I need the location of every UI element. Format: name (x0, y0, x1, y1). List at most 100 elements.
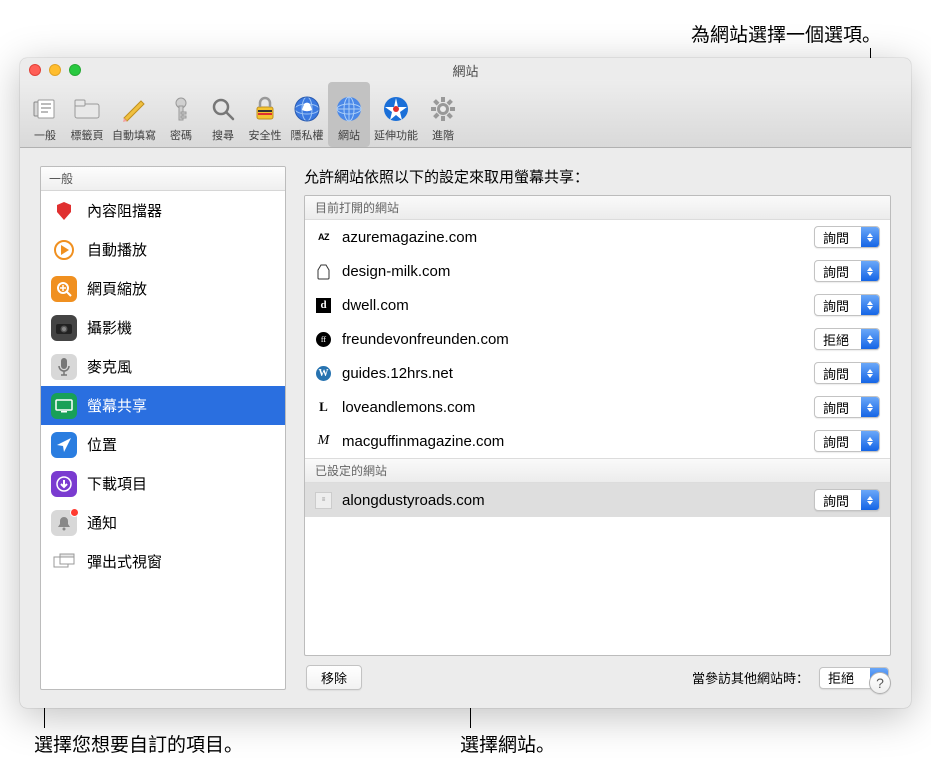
sidebar-item-notifications[interactable]: 通知 (41, 503, 285, 542)
site-row[interactable]: AZ azuremagazine.com 詢問 (305, 220, 890, 254)
section-header-open: 目前打開的網站 (305, 196, 890, 220)
popup-value: 詢問 (823, 262, 849, 281)
toolbar-autofill[interactable]: 自動填寫 (108, 82, 160, 147)
remove-button[interactable]: 移除 (306, 665, 362, 690)
site-row[interactable]: ≡alongdustyroads.com詢問 (305, 483, 890, 517)
window-title: 網站 (452, 61, 478, 80)
toolbar-label: 自動填寫 (112, 127, 156, 143)
sidebar-item-label: 網頁縮放 (87, 278, 147, 299)
sidebar-item-popup-windows[interactable]: 彈出式視窗 (41, 542, 285, 581)
site-domain: azuremagazine.com (342, 229, 804, 246)
sidebar-item-downloads[interactable]: 下載項目 (41, 464, 285, 503)
popup-value: 拒絕 (823, 330, 849, 349)
favicon-icon: ff (315, 331, 332, 348)
popup-value: 詢問 (823, 296, 849, 315)
sidebar: 一般 內容阻擋器自動播放網頁縮放攝影機麥克風螢幕共享位置下載項目通知彈出式視窗 (40, 166, 286, 690)
chevron-updown-icon (861, 397, 879, 417)
badge-dot (70, 508, 79, 517)
toolbar-label: 搜尋 (212, 127, 234, 143)
sidebar-item-page-zoom[interactable]: 網頁縮放 (41, 269, 285, 308)
site-domain: loveandlemons.com (342, 399, 804, 416)
sidebar-item-location[interactable]: 位置 (41, 425, 285, 464)
site-option-select[interactable]: 詢問 (814, 294, 880, 316)
toolbar-label: 隱私權 (291, 127, 324, 143)
toolbar: 一般標籤頁自動填寫密碼 搜尋安全性隱私權網站延伸功能進階 (20, 80, 911, 148)
toolbar-label: 網站 (338, 127, 360, 143)
site-option-select[interactable]: 詢問 (814, 226, 880, 248)
popup-value: 詢問 (823, 228, 849, 247)
help-button[interactable]: ? (869, 672, 891, 694)
notifications-icon (51, 510, 77, 536)
chevron-updown-icon (861, 329, 879, 349)
security-icon (249, 93, 281, 125)
sidebar-item-content-blocker[interactable]: 內容阻擋器 (41, 191, 285, 230)
toolbar-label: 延伸功能 (374, 127, 418, 143)
toolbar-websites[interactable]: 網站 (328, 82, 370, 147)
favicon-icon: L (315, 399, 332, 416)
site-option-select[interactable]: 拒絕 (814, 328, 880, 350)
site-option-select[interactable]: 詢問 (814, 362, 880, 384)
popup-value: 詢問 (823, 364, 849, 383)
site-row[interactable]: Wguides.12hrs.net詢問 (305, 356, 890, 390)
chevron-updown-icon (861, 295, 879, 315)
toolbar-search[interactable]: 搜尋 (202, 82, 244, 147)
site-option-select[interactable]: 詢問 (814, 396, 880, 418)
site-row[interactable]: design-milk.com詢問 (305, 254, 890, 288)
toolbar-label: 進階 (432, 127, 454, 143)
site-option-select[interactable]: 詢問 (814, 260, 880, 282)
page-zoom-icon (51, 276, 77, 302)
main-title: 允許網站依照以下的設定來取用螢幕共享： (304, 166, 891, 187)
toolbar-passwords[interactable]: 密碼 (160, 82, 202, 147)
content-area: 一般 內容阻擋器自動播放網頁縮放攝影機麥克風螢幕共享位置下載項目通知彈出式視窗 … (20, 148, 911, 708)
websites-icon (333, 93, 365, 125)
minimize-button[interactable] (49, 64, 61, 76)
popup-windows-icon (51, 549, 77, 575)
site-domain: freundevonfreunden.com (342, 331, 804, 348)
sidebar-list: 內容阻擋器自動播放網頁縮放攝影機麥克風螢幕共享位置下載項目通知彈出式視窗 (41, 191, 285, 689)
site-option-select[interactable]: 詢問 (814, 430, 880, 452)
popup-value: 詢問 (823, 432, 849, 451)
popup-value: 詢問 (823, 398, 849, 417)
sidebar-item-label: 自動播放 (87, 239, 147, 260)
passwords-icon (165, 93, 197, 125)
site-domain: guides.12hrs.net (342, 365, 804, 382)
chevron-updown-icon (861, 261, 879, 281)
section-header-configured: 已設定的網站 (305, 458, 890, 483)
content-blocker-icon (51, 198, 77, 224)
toolbar-general[interactable]: 一般 (24, 82, 66, 147)
site-row[interactable]: Lloveandlemons.com 詢問 (305, 390, 890, 424)
preferences-window: 網站 一般標籤頁自動填寫密碼搜尋安全性隱私權網站延伸功能進階 一般 內容阻擋器自… (20, 58, 911, 708)
sidebar-item-label: 下載項目 (87, 473, 147, 494)
callout-bottom-left: 選擇您想要自訂的項目。 (34, 730, 243, 757)
site-row[interactable]: ff freundevonfreunden.com 拒絕 (305, 322, 890, 356)
site-row[interactable]: ddwell.com詢問 (305, 288, 890, 322)
location-icon (51, 432, 77, 458)
sidebar-header: 一般 (41, 167, 285, 191)
toolbar-privacy[interactable]: 隱私權 (286, 82, 328, 147)
sidebar-item-label: 通知 (87, 512, 117, 533)
toolbar-label: 密碼 (170, 127, 192, 143)
window-controls (29, 64, 81, 76)
autoplay-icon (51, 237, 77, 263)
sidebar-item-microphone[interactable]: 麥克風 (41, 347, 285, 386)
site-option-select[interactable]: 詢問 (814, 489, 880, 511)
site-row[interactable]: Mmacguffinmagazine.com詢問 (305, 424, 890, 458)
toolbar-tabs[interactable]: 標籤頁 (66, 82, 108, 147)
callout-bottom-right: 選擇網站。 (460, 730, 555, 757)
favicon-icon: ≡ (315, 492, 332, 509)
chevron-updown-icon (861, 431, 879, 451)
close-button[interactable] (29, 64, 41, 76)
sidebar-item-autoplay[interactable]: 自動播放 (41, 230, 285, 269)
favicon-icon: AZ (315, 229, 332, 246)
sidebar-item-screen-share[interactable]: 螢幕共享 (41, 386, 285, 425)
zoom-button[interactable] (69, 64, 81, 76)
sidebar-item-label: 內容阻擋器 (87, 200, 162, 221)
autofill-icon (118, 93, 150, 125)
privacy-icon (291, 93, 323, 125)
toolbar-advanced[interactable]: 進階 (422, 82, 464, 147)
site-domain: dwell.com (342, 297, 804, 314)
titlebar: 網站 (20, 58, 911, 80)
toolbar-security[interactable]: 安全性 (244, 82, 286, 147)
toolbar-extensions[interactable]: 延伸功能 (370, 82, 422, 147)
sidebar-item-camera[interactable]: 攝影機 (41, 308, 285, 347)
